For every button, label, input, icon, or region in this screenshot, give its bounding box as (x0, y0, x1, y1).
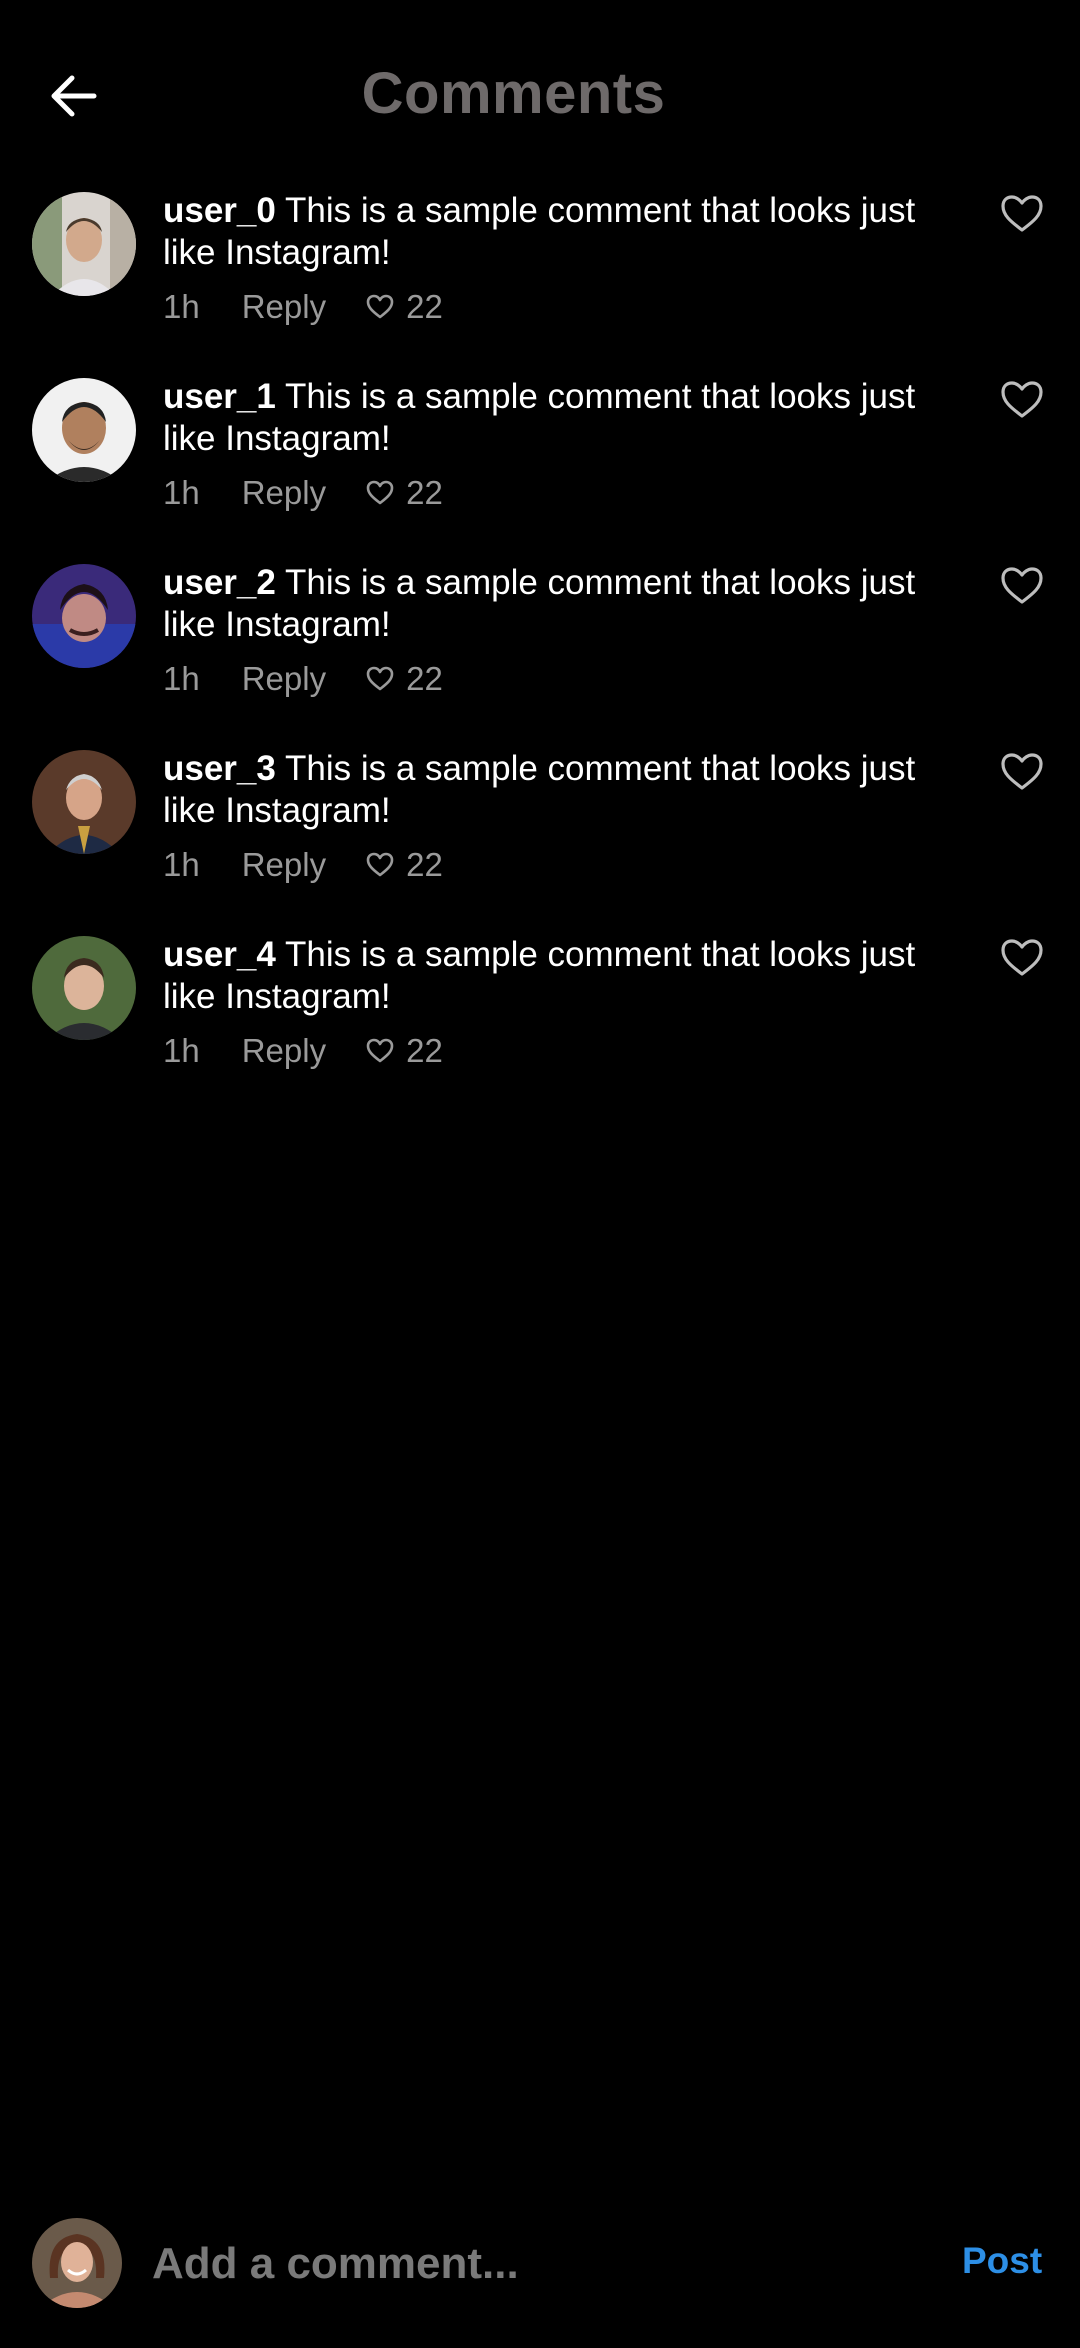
like-count-value: 22 (406, 288, 443, 325)
like-count: 22 (366, 474, 443, 512)
comment-time: 1h (163, 846, 200, 883)
comment-meta: 1h Reply 22 (163, 1028, 963, 1074)
back-button[interactable] (44, 66, 104, 126)
comments-list: user_0 This is a sample comment that loo… (0, 186, 1080, 1116)
comment-body: user_4 This is a sample comment that loo… (163, 934, 963, 1074)
like-count-value: 22 (406, 846, 443, 883)
post-button[interactable]: Post (962, 2240, 1042, 2282)
comment-username[interactable]: user_2 (163, 563, 276, 602)
comment-username[interactable]: user_3 (163, 749, 276, 788)
comment-message: This is a sample comment that looks just… (163, 563, 916, 644)
heart-icon (1001, 939, 1043, 976)
comment-text: user_0 This is a sample comment that loo… (163, 190, 963, 274)
comment-text: user_2 This is a sample comment that loo… (163, 562, 963, 646)
comment-message: This is a sample comment that looks just… (163, 749, 916, 830)
heart-small-icon (366, 852, 394, 877)
comment-item: user_4 This is a sample comment that loo… (0, 930, 1080, 1116)
like-count: 22 (366, 288, 443, 326)
reply-button[interactable]: Reply (242, 846, 326, 884)
avatar[interactable] (32, 750, 136, 854)
comment-username[interactable]: user_1 (163, 377, 276, 416)
reply-button[interactable]: Reply (242, 660, 326, 698)
comment-meta: 1h Reply 22 (163, 842, 963, 888)
comment-time: 1h (163, 660, 200, 697)
heart-small-icon (366, 294, 394, 319)
avatar[interactable] (32, 378, 136, 482)
like-count-value: 22 (406, 474, 443, 511)
avatar[interactable] (32, 936, 136, 1040)
comment-text: user_1 This is a sample comment that loo… (163, 376, 963, 460)
header: Comments (0, 0, 1080, 200)
comment-meta: 1h Reply 22 (163, 470, 963, 516)
comment-username[interactable]: user_4 (163, 935, 276, 974)
heart-icon (1001, 567, 1043, 604)
page-title: Comments (361, 61, 666, 126)
comment-body: user_2 This is a sample comment that loo… (163, 562, 963, 702)
comment-message: This is a sample comment that looks just… (163, 377, 916, 458)
comment-item: user_3 This is a sample comment that loo… (0, 744, 1080, 930)
comment-composer: Post (0, 2200, 1080, 2320)
heart-small-icon (366, 480, 394, 505)
heart-small-icon (366, 666, 394, 691)
comment-message: This is a sample comment that looks just… (163, 191, 916, 272)
comment-item: user_0 This is a sample comment that loo… (0, 186, 1080, 372)
like-button[interactable] (1000, 194, 1050, 240)
like-button[interactable] (1000, 566, 1050, 612)
reply-button[interactable]: Reply (242, 1032, 326, 1070)
comment-time: 1h (163, 1032, 200, 1069)
comment-text: user_3 This is a sample comment that loo… (163, 748, 963, 832)
like-button[interactable] (1000, 938, 1050, 984)
comment-body: user_3 This is a sample comment that loo… (163, 748, 963, 888)
comment-meta: 1h Reply 22 (163, 656, 963, 702)
like-button[interactable] (1000, 752, 1050, 798)
avatar[interactable] (32, 564, 136, 668)
comment-input[interactable] (150, 2228, 914, 2300)
like-count: 22 (366, 660, 443, 698)
reply-button[interactable]: Reply (242, 288, 326, 326)
comment-body: user_1 This is a sample comment that loo… (163, 376, 963, 516)
like-button[interactable] (1000, 380, 1050, 426)
heart-icon (1001, 753, 1043, 790)
comment-message: This is a sample comment that looks just… (163, 935, 916, 1016)
comment-body: user_0 This is a sample comment that loo… (163, 190, 963, 330)
comment-username[interactable]: user_0 (163, 191, 276, 230)
like-count: 22 (366, 1032, 443, 1070)
comment-item: user_2 This is a sample comment that loo… (0, 558, 1080, 744)
heart-icon (1001, 195, 1043, 232)
comment-time: 1h (163, 288, 200, 325)
arrow-left-icon (51, 75, 97, 117)
comment-item: user_1 This is a sample comment that loo… (0, 372, 1080, 558)
avatar[interactable] (32, 192, 136, 296)
comment-text: user_4 This is a sample comment that loo… (163, 934, 963, 1018)
heart-icon (1001, 381, 1043, 418)
like-count-value: 22 (406, 660, 443, 697)
current-user-avatar (32, 2218, 122, 2308)
like-count: 22 (366, 846, 443, 884)
reply-button[interactable]: Reply (242, 474, 326, 512)
like-count-value: 22 (406, 1032, 443, 1069)
heart-small-icon (366, 1038, 394, 1063)
comment-meta: 1h Reply 22 (163, 284, 963, 330)
comment-time: 1h (163, 474, 200, 511)
